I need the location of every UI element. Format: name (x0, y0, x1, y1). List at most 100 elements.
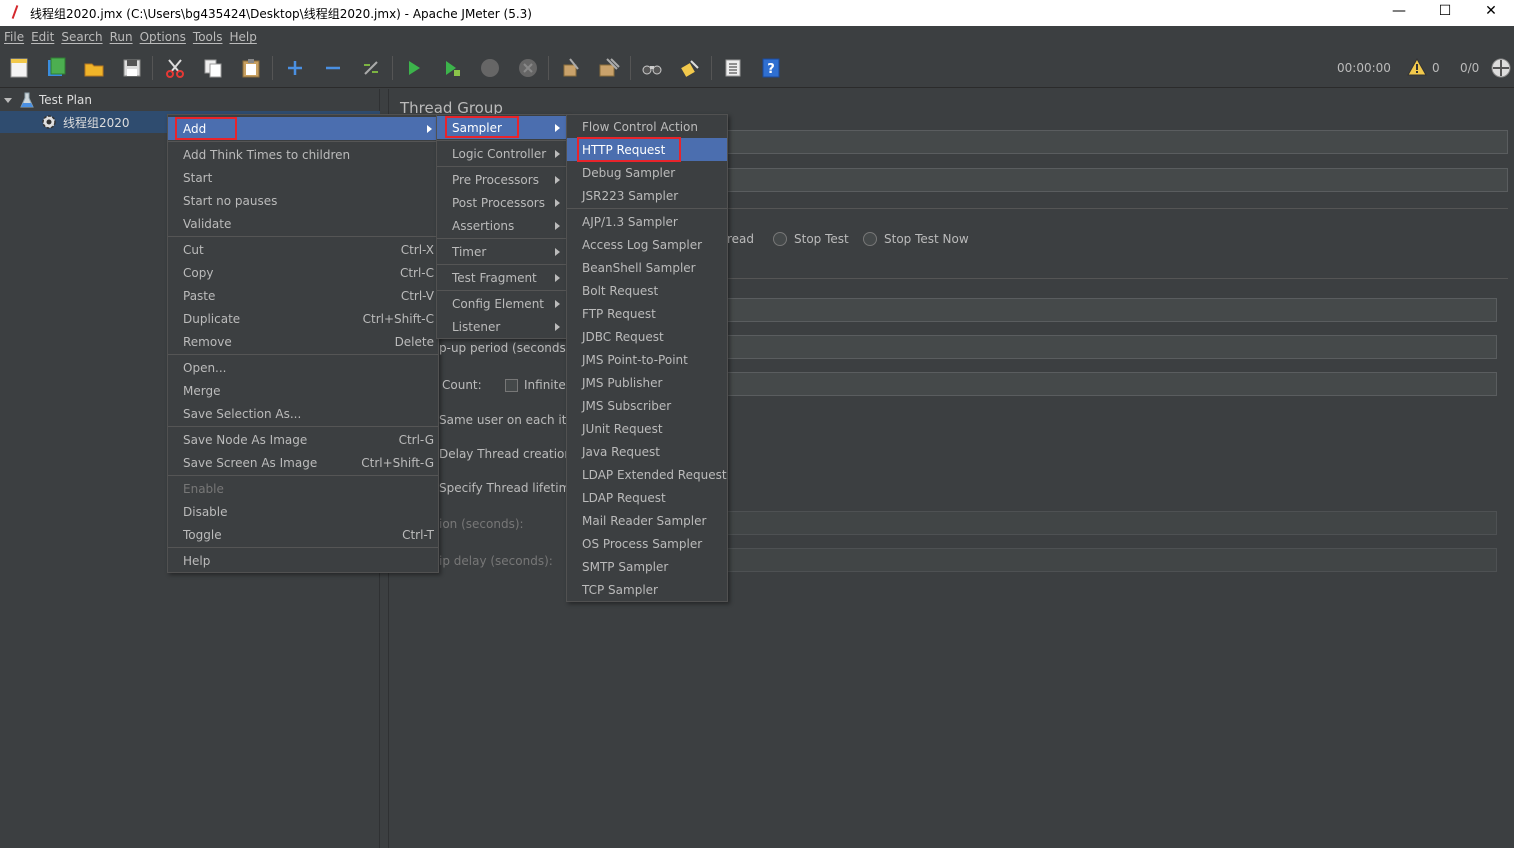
menu-search[interactable]: Search (61, 30, 102, 44)
duration-label: ion (seconds): (439, 517, 524, 531)
duration-field[interactable] (720, 511, 1497, 535)
cut-icon[interactable] (164, 57, 186, 79)
menu-item-remove[interactable]: Remove Delete (168, 330, 438, 353)
menu-item-jms-subscriber[interactable]: JMS Subscriber (567, 394, 727, 417)
menu-file[interactable]: File (4, 30, 24, 44)
comments-field[interactable] (720, 168, 1508, 192)
tree-node-test-plan[interactable]: Test Plan (4, 89, 92, 111)
toolbar-separator (711, 56, 712, 80)
stop-test-now-label: Stop Test Now (884, 232, 969, 246)
menu-item-validate[interactable]: Validate (168, 212, 438, 235)
menu-item-open[interactable]: Open... (168, 356, 438, 379)
menu-item-timer[interactable]: Timer (437, 240, 566, 263)
toolbar: ? 00:00:00 0 0/0 (0, 48, 1514, 88)
menu-item-bolt-request[interactable]: Bolt Request (567, 279, 727, 302)
menu-item-save-screen-as-image[interactable]: Save Screen As Image Ctrl+Shift-G (168, 451, 438, 474)
menu-tools[interactable]: Tools (193, 30, 223, 44)
expand-all-icon[interactable] (284, 57, 306, 79)
menu-item-help[interactable]: Help (168, 549, 438, 572)
clear-icon[interactable] (560, 57, 582, 79)
menu-item-pre-processors[interactable]: Pre Processors (437, 168, 566, 191)
menu-options[interactable]: Options (140, 30, 186, 44)
menu-item-java-request[interactable]: Java Request (567, 440, 727, 463)
menu-item-add-think-times[interactable]: Add Think Times to children (168, 143, 438, 166)
menu-edit[interactable]: Edit (31, 30, 54, 44)
start-icon[interactable] (403, 57, 425, 79)
menu-item-cut[interactable]: Cut Ctrl-X (168, 238, 438, 261)
number-of-threads-field[interactable] (720, 298, 1497, 322)
menu-item-test-fragment[interactable]: Test Fragment (437, 266, 566, 289)
stop-test-now-radio[interactable] (863, 232, 877, 246)
close-button[interactable]: ✕ (1468, 0, 1514, 22)
menu-item-post-processors[interactable]: Post Processors (437, 191, 566, 214)
menu-item-merge[interactable]: Merge (168, 379, 438, 402)
menu-item-jms-publisher[interactable]: JMS Publisher (567, 371, 727, 394)
stop-icon[interactable] (479, 57, 501, 79)
menu-item-flow-control-action[interactable]: Flow Control Action (567, 115, 727, 138)
clear-all-icon[interactable] (598, 57, 620, 79)
menu-item-assertions[interactable]: Assertions (437, 214, 566, 237)
templates-icon[interactable] (45, 57, 67, 79)
menu-item-ldap-request[interactable]: LDAP Request (567, 486, 727, 509)
menu-item-ajp-sampler[interactable]: AJP/1.3 Sampler (567, 210, 727, 233)
toggle-icon[interactable] (360, 57, 382, 79)
function-helper-icon[interactable] (722, 57, 744, 79)
copy-icon[interactable] (202, 57, 224, 79)
menu-item-beanshell-sampler[interactable]: BeanShell Sampler (567, 256, 727, 279)
search-binoculars-icon[interactable] (641, 57, 663, 79)
menu-item-ldap-extended-request[interactable]: LDAP Extended Request (567, 463, 727, 486)
menu-separator (168, 141, 438, 142)
expand-arrow-icon[interactable] (4, 97, 12, 103)
save-icon[interactable] (121, 57, 143, 79)
toolbar-separator (272, 56, 273, 80)
menu-item-ftp-request[interactable]: FTP Request (567, 302, 727, 325)
collapse-all-icon[interactable] (322, 57, 344, 79)
paste-icon[interactable] (240, 57, 262, 79)
menu-item-label: Start no pauses (183, 193, 278, 208)
menu-item-paste[interactable]: Paste Ctrl-V (168, 284, 438, 307)
menu-item-logic-controller[interactable]: Logic Controller (437, 142, 566, 165)
menu-item-listener[interactable]: Listener (437, 315, 566, 338)
menu-item-duplicate[interactable]: Duplicate Ctrl+Shift-C (168, 307, 438, 330)
stop-test-radio[interactable] (773, 232, 787, 246)
menu-shortcut: Ctrl-T (402, 527, 434, 542)
start-no-pauses-icon[interactable] (441, 57, 463, 79)
minimize-button[interactable]: — (1376, 0, 1422, 22)
open-folder-icon[interactable] (83, 57, 105, 79)
startup-delay-field[interactable] (720, 548, 1497, 572)
menu-item-access-log-sampler[interactable]: Access Log Sampler (567, 233, 727, 256)
menu-help[interactable]: Help (229, 30, 256, 44)
menu-item-copy[interactable]: Copy Ctrl-C (168, 261, 438, 284)
shutdown-icon[interactable] (517, 57, 539, 79)
infinite-checkbox[interactable] (505, 379, 518, 392)
new-file-icon[interactable] (8, 57, 30, 79)
menu-item-config-element[interactable]: Config Element (437, 292, 566, 315)
menu-item-mail-reader-sampler[interactable]: Mail Reader Sampler (567, 509, 727, 532)
rampup-field[interactable] (720, 335, 1497, 359)
menu-item-label: Post Processors (452, 195, 545, 210)
start-next-thread-label: read (727, 232, 755, 246)
menu-item-smtp-sampler[interactable]: SMTP Sampler (567, 555, 727, 578)
menu-item-start-no-pauses[interactable]: Start no pauses (168, 189, 438, 212)
reset-search-icon[interactable] (679, 57, 701, 79)
menu-run[interactable]: Run (110, 30, 133, 44)
menu-item-save-node-as-image[interactable]: Save Node As Image Ctrl-G (168, 428, 438, 451)
menu-item-debug-sampler[interactable]: Debug Sampler (567, 161, 727, 184)
menu-item-jsr223-sampler[interactable]: JSR223 Sampler (567, 184, 727, 207)
maximize-button[interactable]: ☐ (1422, 0, 1468, 22)
menu-item-disable[interactable]: Disable (168, 500, 438, 523)
menu-item-save-selection-as[interactable]: Save Selection As... (168, 402, 438, 425)
menu-item-start[interactable]: Start (168, 166, 438, 189)
menu-item-tcp-sampler[interactable]: TCP Sampler (567, 578, 727, 601)
loop-count-field[interactable] (720, 372, 1497, 396)
menu-item-os-process-sampler[interactable]: OS Process Sampler (567, 532, 727, 555)
warning-icon[interactable] (1407, 58, 1427, 76)
menu-item-label: Disable (183, 504, 228, 519)
help-icon[interactable]: ? (760, 57, 782, 79)
name-field[interactable] (720, 130, 1508, 154)
active-threads: 0/0 (1460, 61, 1480, 75)
menu-item-toggle[interactable]: Toggle Ctrl-T (168, 523, 438, 546)
menu-item-jdbc-request[interactable]: JDBC Request (567, 325, 727, 348)
menu-item-junit-request[interactable]: JUnit Request (567, 417, 727, 440)
menu-item-jms-point-to-point[interactable]: JMS Point-to-Point (567, 348, 727, 371)
